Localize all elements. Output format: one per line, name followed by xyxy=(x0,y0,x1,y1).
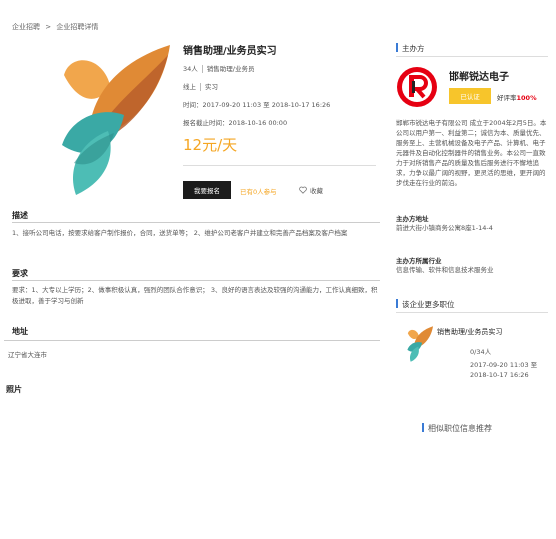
job-title: 销售助理/业务员实习 xyxy=(183,46,277,57)
rating: 好评率100% xyxy=(497,92,537,102)
more-job-time-1: 2017-09-20 11:03 至 xyxy=(470,361,538,369)
company-industry-head: 主办方所属行业 xyxy=(396,257,442,265)
company-addr: 前进大街小镇商务公寓8座1-14-4 xyxy=(396,224,493,232)
breadcrumb-home[interactable]: 企业招聘 xyxy=(12,23,40,31)
company-name[interactable]: 邯郸锐达电子 xyxy=(449,68,509,83)
company-industry: 信息传输、软件和信息技术服务业 xyxy=(396,266,494,274)
applied-count: 已有0人参与 xyxy=(240,188,277,196)
organizer-divider xyxy=(396,56,548,57)
organizer-section-title: 主办方 xyxy=(402,44,425,53)
job-meta-row-1: 34人 销售助理/业务员 xyxy=(183,63,254,73)
company-addr-head: 主办方地址 xyxy=(396,215,429,223)
certified-badge: 已认证 xyxy=(449,88,491,104)
similar-section-title: 相似职位信息推荐 xyxy=(428,424,492,433)
breadcrumb-current: 企业招聘详情 xyxy=(56,23,99,31)
job-headcount: 34人 xyxy=(183,65,198,73)
addr-divider xyxy=(4,340,380,341)
desc-text: 1、接听公司电话，按要求给客户制作报价，合同，送货单等； 2、维护公司老客户并建… xyxy=(12,229,348,237)
apply-button[interactable]: 我要报名 xyxy=(183,181,231,199)
similar-accent-bar xyxy=(422,423,424,432)
rating-label: 好评率 xyxy=(497,94,517,102)
job-mode: 线上 xyxy=(183,83,196,91)
req-text: 要求：1、大专以上学历；2、做事积极认真，强烈的团队合作意识； 3、良好的语言表… xyxy=(12,286,378,305)
desc-title: 描述 xyxy=(12,211,28,220)
job-time: 时间：2017-09-20 11:03 至 2018-10-17 16:26 xyxy=(183,101,331,109)
rating-value: 100% xyxy=(516,94,537,102)
heart-outline-icon xyxy=(299,186,307,194)
job-deadline: 报名截止时间：2018-10-16 00:00 xyxy=(183,119,288,127)
addr-text: 辽宁省大连市 xyxy=(8,351,47,359)
organizer-accent-bar xyxy=(396,43,398,52)
more-job-count: 0/34人 xyxy=(470,348,492,356)
more-job-title[interactable]: 销售助理/业务员实习 xyxy=(437,327,502,337)
job-meta-row-2: 线上 实习 xyxy=(183,81,218,91)
header-divider xyxy=(183,165,376,166)
more-accent-bar xyxy=(396,299,398,308)
breadcrumb: 企业招聘 > 企业招聘详情 xyxy=(12,22,101,32)
req-title: 要求 xyxy=(12,269,28,278)
job-category: 销售助理/业务员 xyxy=(206,65,255,73)
favorite-label: 收藏 xyxy=(310,187,323,195)
req-divider xyxy=(12,280,380,281)
company-logo[interactable] xyxy=(396,66,438,108)
job-salary: 12元/天 xyxy=(183,136,238,154)
favorite-button[interactable]: 收藏 xyxy=(299,185,323,195)
breadcrumb-separator: > xyxy=(45,23,52,31)
more-divider xyxy=(396,312,548,313)
job-type: 实习 xyxy=(205,83,218,91)
job-leaf-logo xyxy=(62,45,170,195)
addr-title: 地址 xyxy=(12,327,28,336)
company-intro: 邯郸市锐达电子有限公司 成立于2004年2月5日。本公司以用户第一、利益第二；诚… xyxy=(396,119,547,187)
more-job-time-2: 2018-10-17 16:26 xyxy=(470,371,529,379)
more-section-title: 该企业更多职位 xyxy=(402,300,455,309)
desc-divider xyxy=(12,222,380,223)
photo-title: 照片 xyxy=(6,385,22,394)
more-job-leaf-logo[interactable] xyxy=(405,325,433,363)
